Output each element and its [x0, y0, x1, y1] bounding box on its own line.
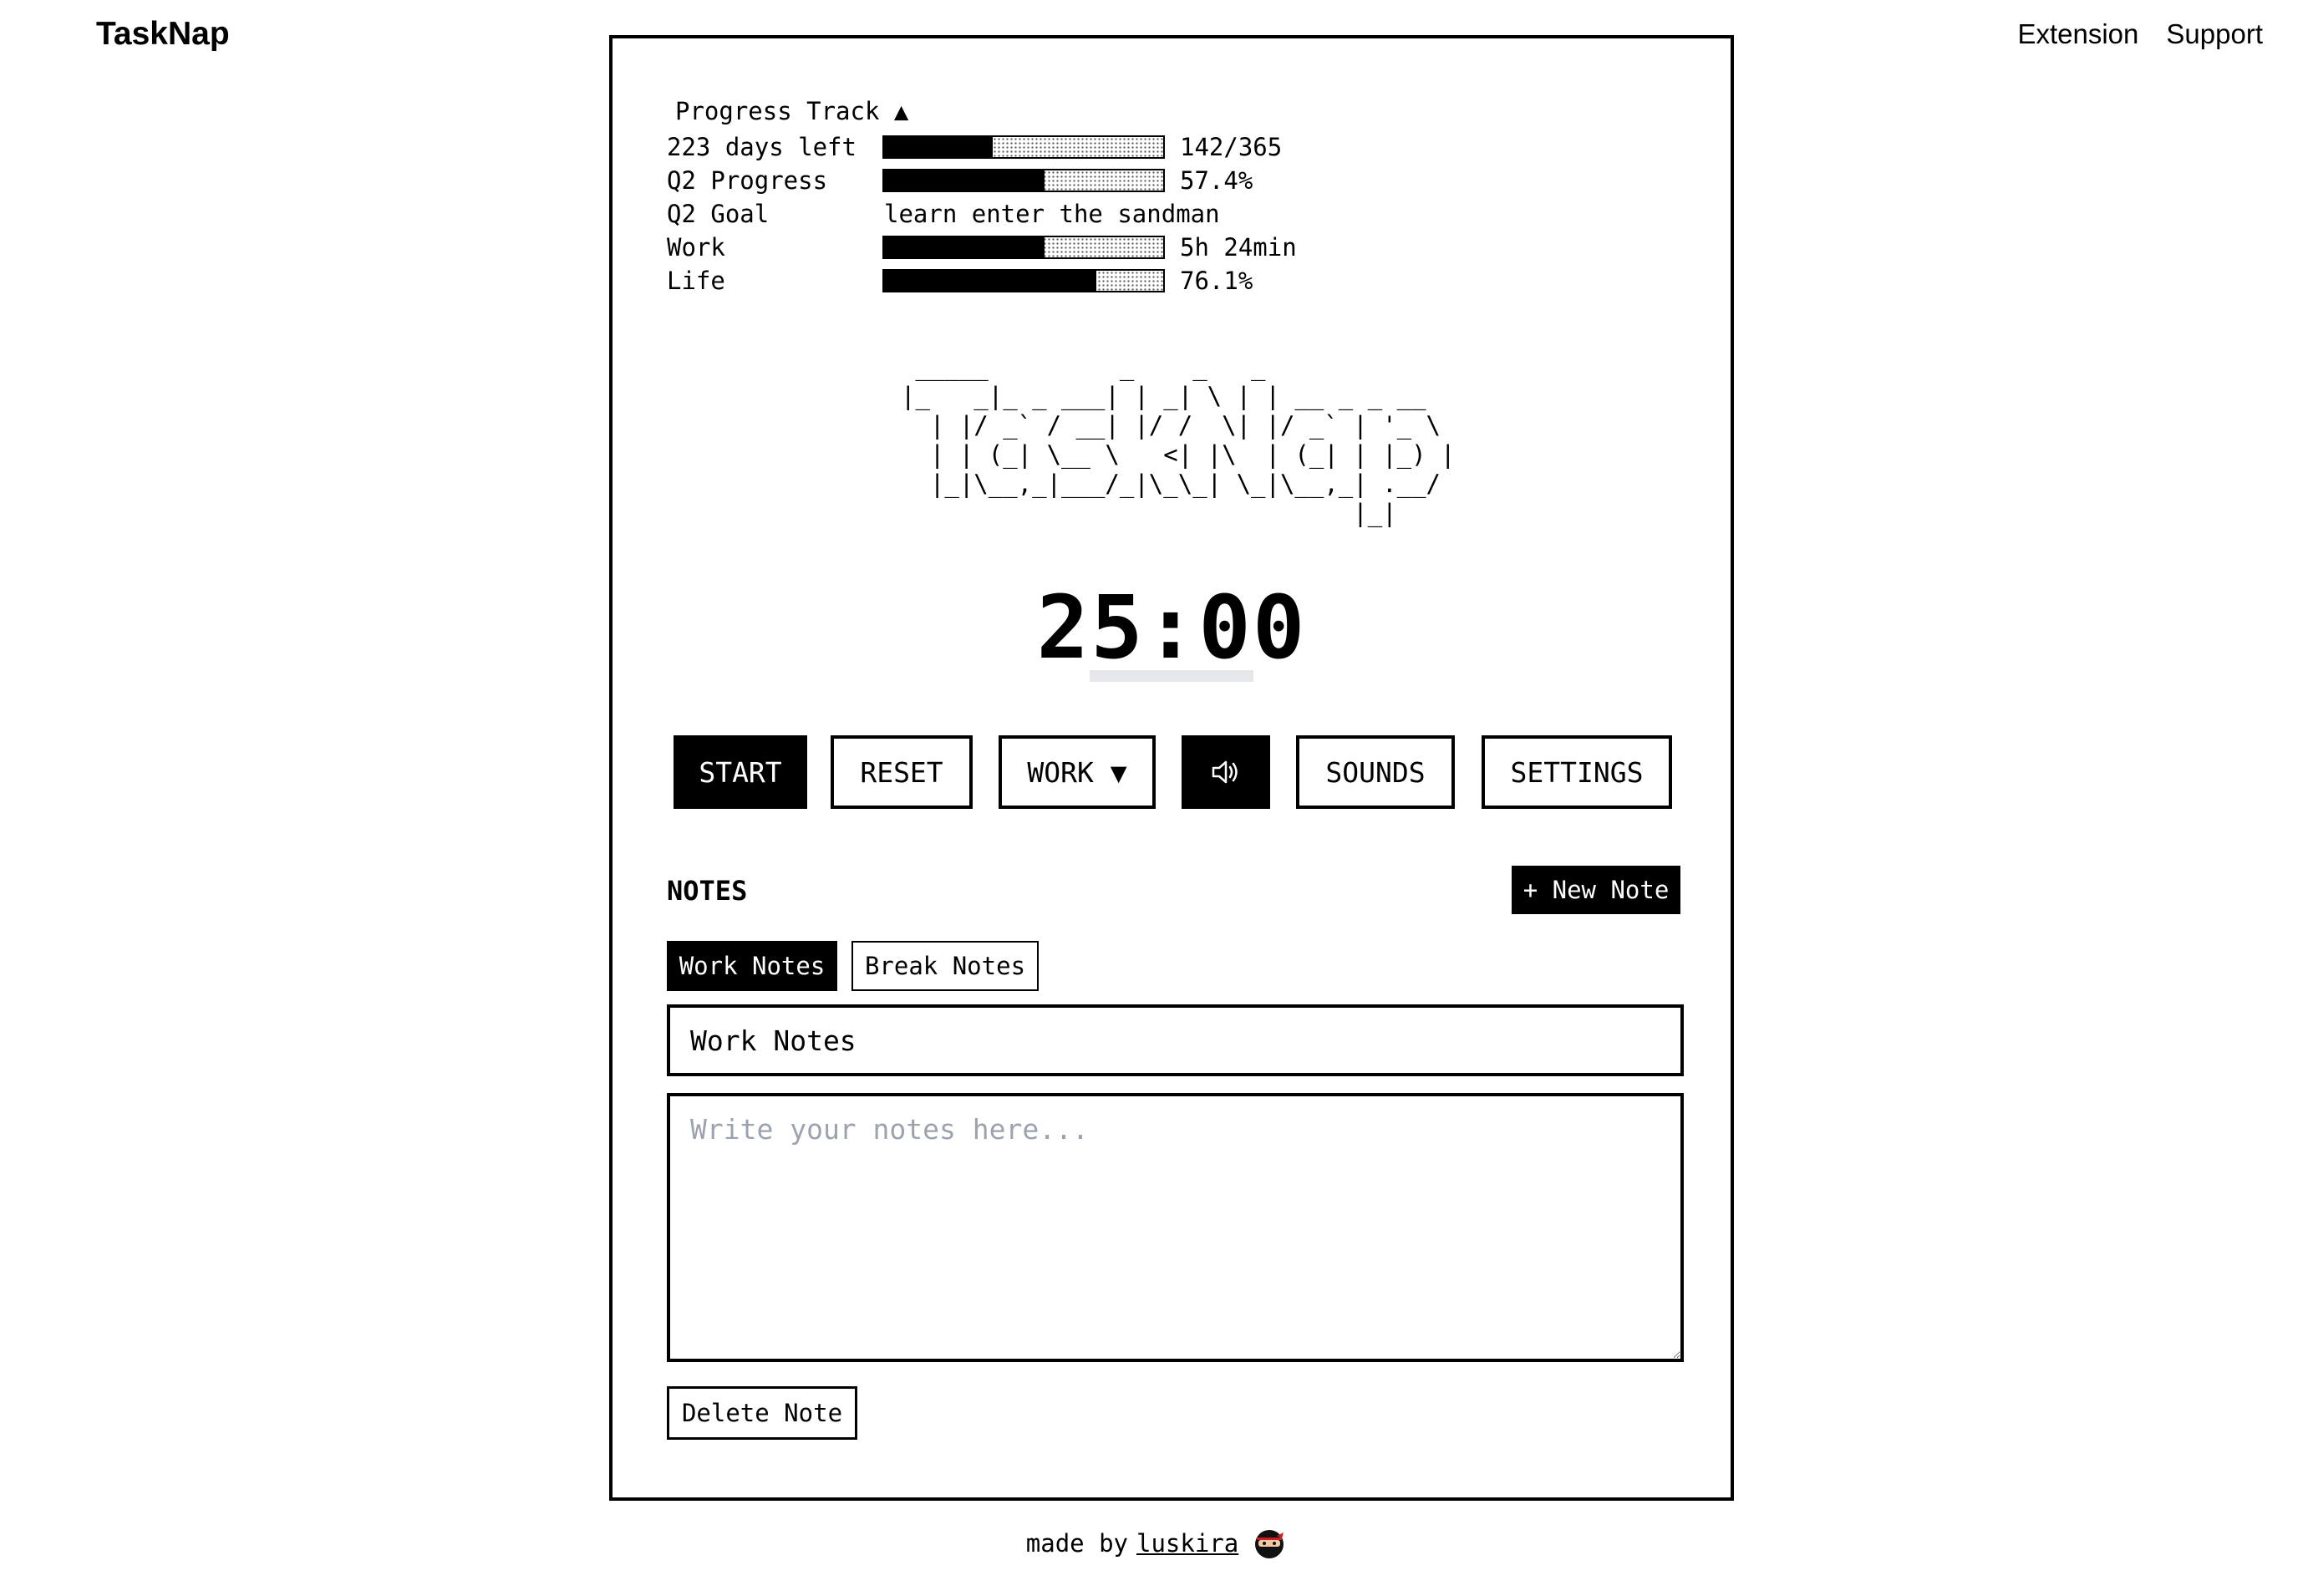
sounds-button[interactable]: SOUNDS	[1296, 735, 1455, 809]
footer-made-by: made by	[1025, 1529, 1128, 1558]
ninja-avatar-icon	[1252, 1526, 1287, 1561]
progress-label: Q2 Progress	[667, 166, 828, 195]
progress-bar-fill	[884, 170, 1045, 191]
nav-support-link[interactable]: Support	[2166, 13, 2263, 55]
progress-row-q2: Q2 Progress 57.4%	[667, 164, 1253, 197]
progress-value: 5h 24min	[1180, 233, 1297, 262]
progress-bar	[882, 169, 1165, 192]
progress-track-toggle[interactable]: Progress Track ▲	[675, 97, 908, 125]
new-note-button[interactable]: + New Note	[1512, 866, 1680, 914]
progress-value: 142/365	[1180, 133, 1283, 161]
goal-text[interactable]: learn enter the sandman	[884, 200, 1220, 228]
speaker-icon	[1209, 757, 1243, 787]
settings-button[interactable]: SETTINGS	[1482, 735, 1672, 809]
tab-work-notes[interactable]: Work Notes	[667, 941, 837, 991]
sound-toggle-button[interactable]	[1182, 735, 1270, 809]
progress-value: 76.1%	[1180, 267, 1253, 295]
progress-bar-fill	[884, 137, 993, 157]
author-link[interactable]: luskira	[1136, 1527, 1238, 1560]
timer-underline	[1090, 670, 1253, 682]
progress-value: 57.4%	[1180, 166, 1253, 195]
note-title-input[interactable]	[667, 1004, 1684, 1076]
main-panel: Progress Track ▲ 223 days left 142/365 Q…	[609, 35, 1734, 1501]
reset-button[interactable]: RESET	[831, 735, 973, 809]
progress-label: Work	[667, 233, 725, 262]
mode-select-button[interactable]: WORK ▼	[999, 735, 1156, 809]
progress-row-life: Life 76.1%	[667, 264, 1253, 297]
note-body-textarea[interactable]	[667, 1093, 1684, 1362]
progress-row-days: 223 days left 142/365	[667, 130, 1282, 164]
top-nav: Extension Support	[2017, 13, 2263, 55]
delete-note-button[interactable]: Delete Note	[667, 1386, 857, 1440]
progress-bar-fill	[884, 237, 1045, 257]
progress-bar	[882, 236, 1165, 259]
progress-label: Life	[667, 267, 725, 295]
notes-heading: NOTES	[667, 875, 748, 907]
ascii-logo: _____ _ _ _ |_ _|_ _ ___| | _| \ | | __ …	[901, 353, 1456, 527]
progress-row-goal: Q2 Goal learn enter the sandman	[667, 197, 1220, 231]
progress-bar	[882, 135, 1165, 159]
brand-logo[interactable]: TaskNap	[96, 12, 230, 57]
progress-label: Q2 Goal	[667, 200, 770, 228]
progress-bar-fill	[884, 271, 1097, 291]
progress-bar	[882, 269, 1165, 292]
nav-extension-link[interactable]: Extension	[2017, 13, 2138, 55]
progress-label: 223 days left	[667, 133, 857, 161]
progress-row-work: Work 5h 24min	[667, 231, 1297, 264]
start-button[interactable]: START	[674, 735, 807, 809]
timer-display: 25:00	[1036, 577, 1307, 679]
footer: made by luskira	[0, 1526, 2313, 1561]
tab-break-notes[interactable]: Break Notes	[851, 941, 1039, 991]
